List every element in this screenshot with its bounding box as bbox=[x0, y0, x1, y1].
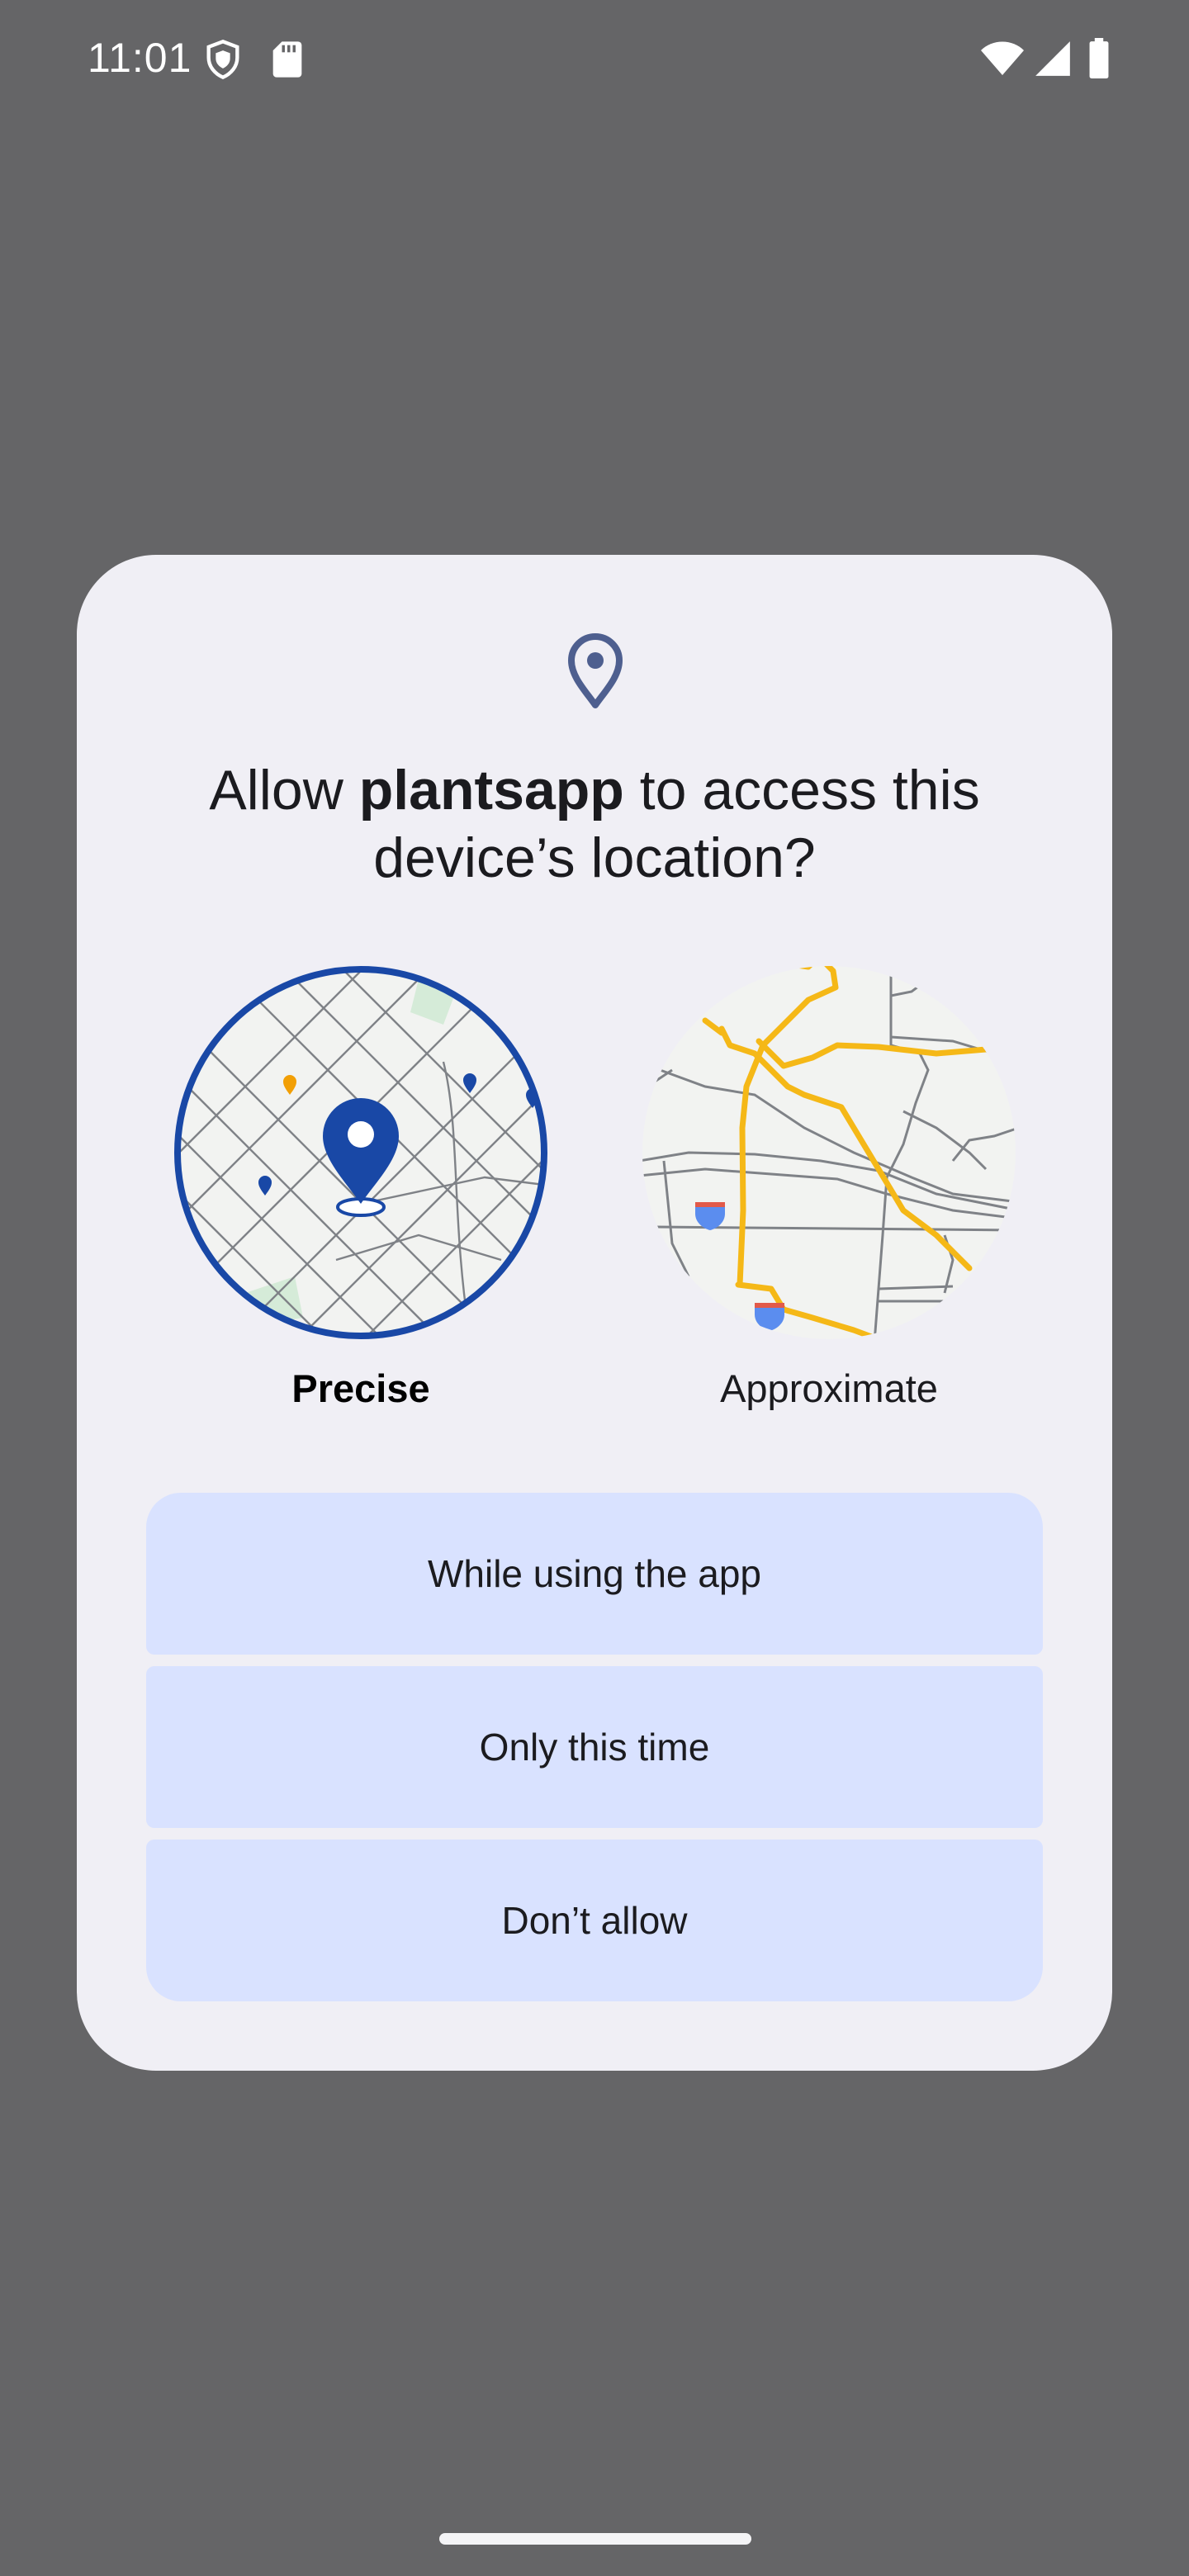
approximate-map-icon bbox=[642, 966, 1016, 1339]
approximate-label: Approximate bbox=[720, 1366, 938, 1410]
gesture-nav-handle[interactable] bbox=[439, 2533, 751, 2545]
sd-card-icon bbox=[266, 38, 309, 81]
shield-icon bbox=[201, 38, 244, 81]
precise-option[interactable]: Precise bbox=[171, 963, 551, 1413]
only-this-time-button[interactable]: Only this time bbox=[146, 1666, 1043, 1828]
dialog-title: Allow plantsapp to access this device’s … bbox=[126, 756, 1063, 892]
title-prefix: Allow bbox=[209, 759, 359, 822]
location-permission-dialog: Allow plantsapp to access this device’s … bbox=[77, 555, 1112, 2071]
while-using-app-button[interactable]: While using the app bbox=[146, 1493, 1043, 1655]
location-pin-icon bbox=[566, 631, 624, 710]
cell-signal-icon bbox=[1032, 38, 1073, 79]
approximate-option[interactable]: Approximate bbox=[639, 963, 1019, 1413]
status-time: 11:01 bbox=[88, 35, 192, 81]
precise-label: Precise bbox=[291, 1366, 430, 1410]
wifi-icon bbox=[979, 38, 1026, 79]
status-bar: 11:01 bbox=[0, 0, 1189, 116]
title-app-name: plantsapp bbox=[358, 759, 624, 822]
precise-map-icon bbox=[174, 966, 547, 1339]
battery-icon bbox=[1087, 38, 1111, 79]
dont-allow-button[interactable]: Don’t allow bbox=[146, 1840, 1043, 2001]
